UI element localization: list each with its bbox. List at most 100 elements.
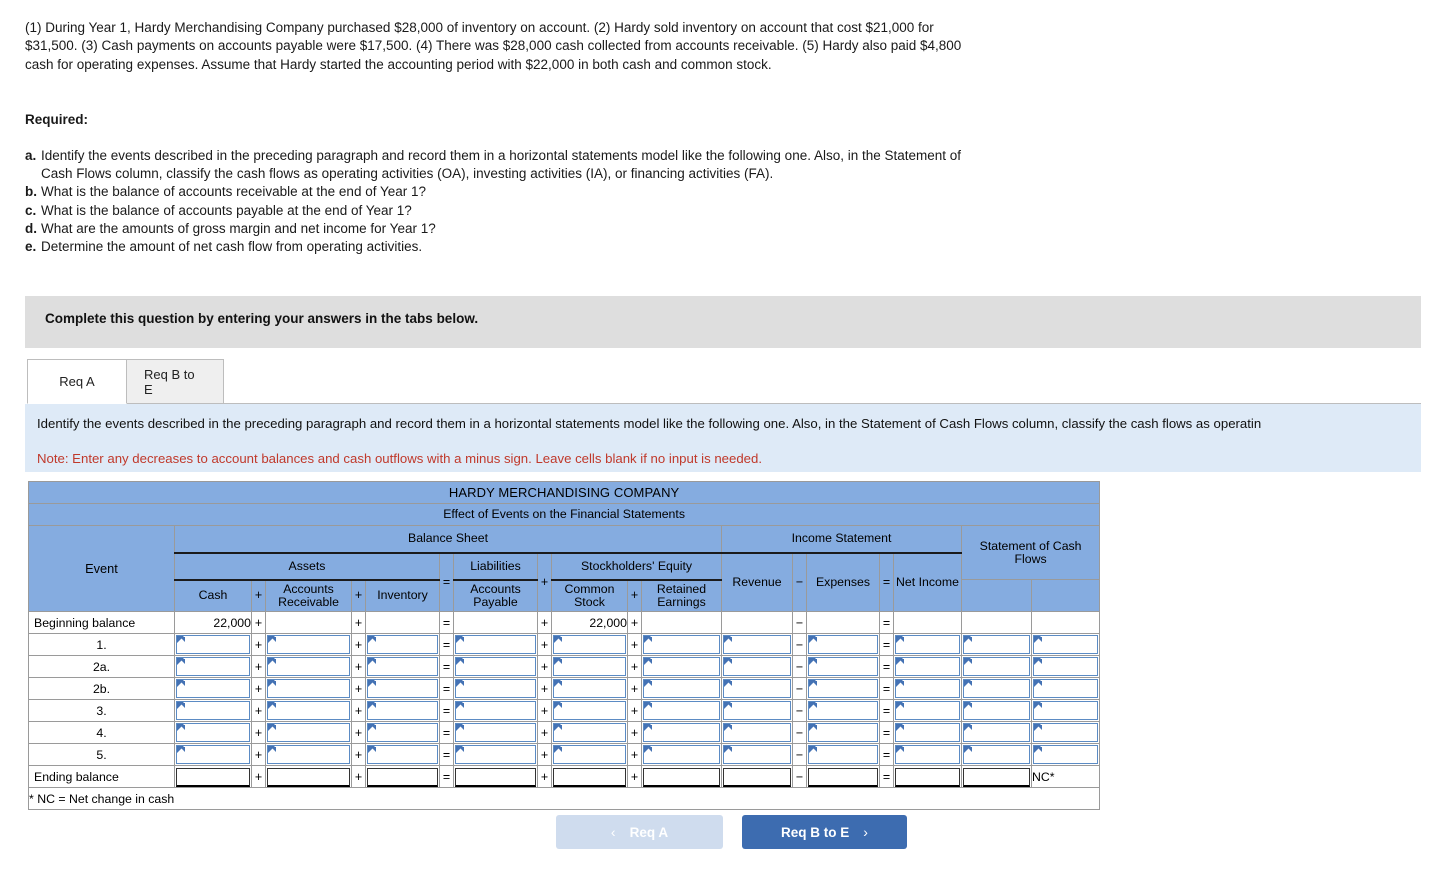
input-cash[interactable]	[174, 721, 252, 744]
operator-plus: +	[351, 699, 366, 722]
operator-minus: −	[792, 765, 807, 788]
input-retained-earnings[interactable]	[641, 721, 722, 744]
operator-minus: −	[792, 633, 807, 656]
input-scf-amount[interactable]	[961, 743, 1032, 766]
input-expenses[interactable]	[806, 677, 880, 700]
operator-plus: +	[251, 699, 266, 722]
column-header-expenses: Expenses	[806, 552, 880, 612]
input-cash[interactable]	[174, 633, 252, 656]
input-accounts-receivable[interactable]	[265, 655, 352, 678]
input-revenue[interactable]	[721, 677, 793, 700]
input-expenses[interactable]	[806, 633, 880, 656]
row-label: 5.	[28, 743, 175, 766]
operator-plus: +	[351, 721, 366, 744]
column-header-retained-earnings: Retained Earnings	[641, 579, 722, 612]
input-net-income[interactable]	[893, 677, 962, 700]
column-header-scf-left	[961, 579, 1032, 612]
input-accounts-receivable[interactable]	[265, 721, 352, 744]
input-expenses[interactable]	[806, 699, 880, 722]
input-common-stock[interactable]	[551, 699, 628, 722]
operator-plus: +	[251, 633, 266, 656]
input-accounts-payable[interactable]	[453, 721, 538, 744]
input-scf-activity[interactable]	[1030, 699, 1101, 722]
input-net-income[interactable]	[893, 633, 962, 656]
input-scf-activity[interactable]	[1030, 633, 1101, 656]
input-accounts-receivable[interactable]	[265, 677, 352, 700]
total-common-stock	[551, 765, 628, 788]
input-scf-activity[interactable]	[1030, 655, 1101, 678]
input-retained-earnings[interactable]	[641, 699, 722, 722]
input-accounts-receivable[interactable]	[265, 633, 352, 656]
operator-equals: =	[439, 721, 454, 744]
total-cash	[174, 765, 252, 788]
requirement-text: Identify the events described in the pre…	[41, 148, 962, 182]
input-cash[interactable]	[174, 743, 252, 766]
operator-plus: +	[251, 579, 266, 612]
input-revenue[interactable]	[721, 743, 793, 766]
input-scf-amount[interactable]	[961, 677, 1032, 700]
input-retained-earnings[interactable]	[641, 677, 722, 700]
input-common-stock[interactable]	[551, 633, 628, 656]
input-scf-activity[interactable]	[1030, 743, 1101, 766]
input-revenue[interactable]	[721, 633, 793, 656]
input-revenue[interactable]	[721, 721, 793, 744]
input-scf-amount[interactable]	[961, 699, 1032, 722]
cell-inventory	[365, 611, 440, 634]
input-scf-amount[interactable]	[961, 721, 1032, 744]
operator-equals: =	[879, 611, 894, 634]
input-expenses[interactable]	[806, 743, 880, 766]
operator-plus: +	[251, 655, 266, 678]
input-net-income[interactable]	[893, 655, 962, 678]
input-accounts-receivable[interactable]	[265, 743, 352, 766]
tab-req-a[interactable]: Req A	[27, 359, 127, 404]
input-cash[interactable]	[174, 699, 252, 722]
input-expenses[interactable]	[806, 655, 880, 678]
input-accounts-receivable[interactable]	[265, 699, 352, 722]
input-inventory[interactable]	[365, 699, 440, 722]
input-inventory[interactable]	[365, 633, 440, 656]
table-footnote-row: * NC = Net change in cash	[27, 787, 1101, 810]
operator-plus: +	[251, 743, 266, 766]
operator-plus: +	[251, 765, 266, 788]
input-accounts-payable[interactable]	[453, 655, 538, 678]
input-revenue[interactable]	[721, 655, 793, 678]
prev-req-a-button[interactable]: ‹ Req A	[556, 815, 723, 849]
next-req-b-to-e-button[interactable]: Req B to E ›	[742, 815, 907, 849]
input-common-stock[interactable]	[551, 743, 628, 766]
input-accounts-payable[interactable]	[453, 633, 538, 656]
input-scf-activity[interactable]	[1030, 677, 1101, 700]
input-accounts-payable[interactable]	[453, 743, 538, 766]
input-retained-earnings[interactable]	[641, 655, 722, 678]
input-revenue[interactable]	[721, 699, 793, 722]
input-scf-activity[interactable]	[1030, 721, 1101, 744]
input-accounts-payable[interactable]	[453, 677, 538, 700]
input-cash[interactable]	[174, 655, 252, 678]
tab-req-b-to-e[interactable]: Req B to E	[125, 359, 224, 404]
input-net-income[interactable]	[893, 743, 962, 766]
cell-retained-earnings	[641, 611, 722, 634]
input-inventory[interactable]	[365, 655, 440, 678]
input-net-income[interactable]	[893, 699, 962, 722]
input-inventory[interactable]	[365, 677, 440, 700]
group-header-income-statement: Income Statement	[721, 525, 962, 554]
tab-strip: Req A Req B to E	[27, 358, 1421, 404]
input-inventory[interactable]	[365, 721, 440, 744]
input-retained-earnings[interactable]	[641, 743, 722, 766]
input-scf-amount[interactable]	[961, 655, 1032, 678]
operator-minus: −	[792, 552, 807, 612]
group-header-stockholders-equity: Stockholders' Equity	[551, 552, 722, 581]
input-common-stock[interactable]	[551, 677, 628, 700]
input-accounts-payable[interactable]	[453, 699, 538, 722]
input-scf-amount[interactable]	[961, 633, 1032, 656]
operator-equals: =	[879, 677, 894, 700]
input-cash[interactable]	[174, 677, 252, 700]
input-expenses[interactable]	[806, 721, 880, 744]
input-common-stock[interactable]	[551, 721, 628, 744]
input-inventory[interactable]	[365, 743, 440, 766]
input-retained-earnings[interactable]	[641, 633, 722, 656]
requirements-list: a. Identify the events described in the …	[25, 147, 975, 256]
input-net-income[interactable]	[893, 721, 962, 744]
input-common-stock[interactable]	[551, 655, 628, 678]
operator-equals: =	[879, 633, 894, 656]
complete-question-text: Complete this question by entering your …	[45, 311, 479, 326]
